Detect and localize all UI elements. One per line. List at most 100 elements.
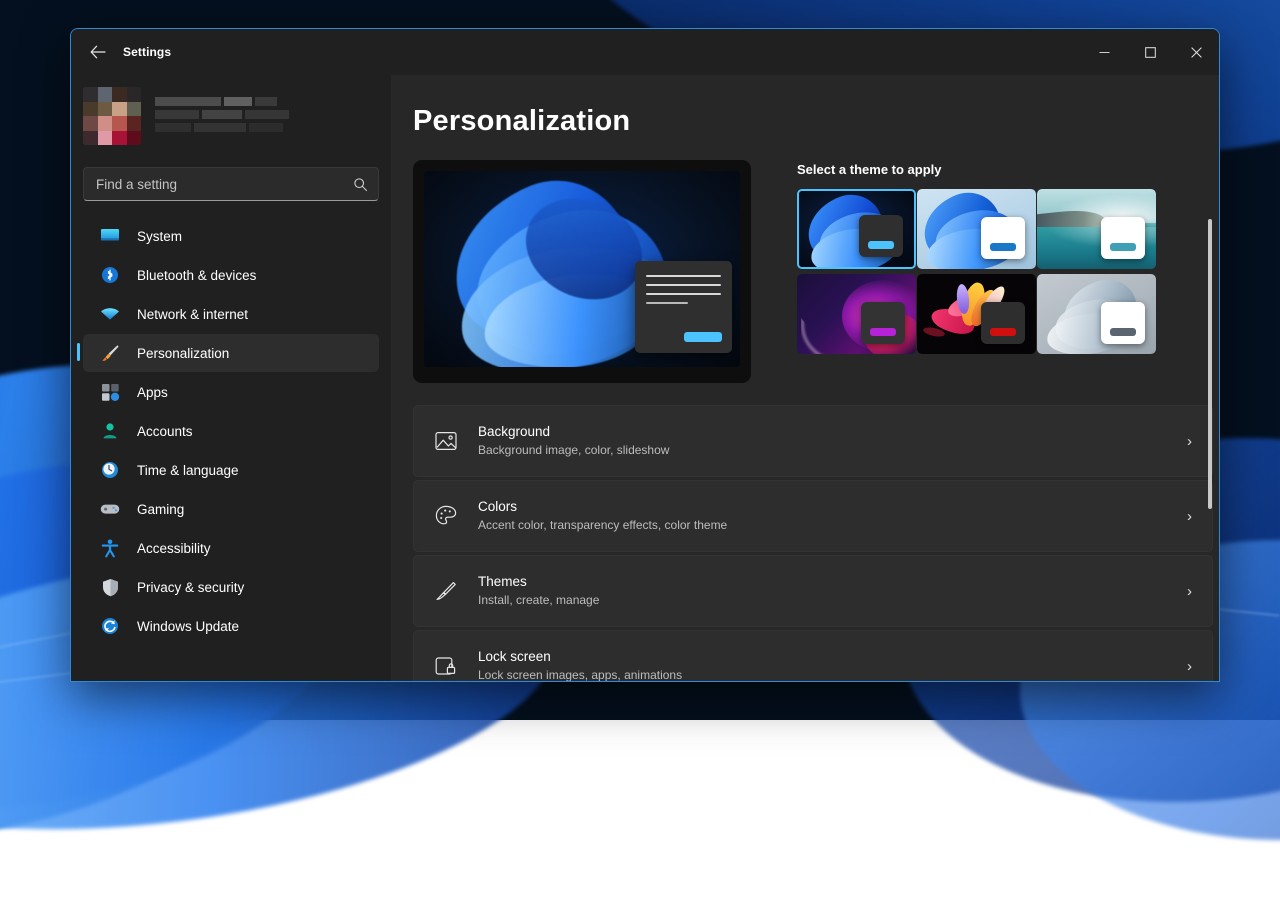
settings-row-title: Colors bbox=[478, 498, 1187, 516]
update-icon bbox=[99, 616, 121, 636]
account-block[interactable] bbox=[83, 87, 391, 145]
theme-accent-swatch bbox=[1110, 328, 1136, 336]
minimize-button[interactable] bbox=[1081, 29, 1127, 75]
sidebar-item-label: Bluetooth & devices bbox=[137, 268, 256, 283]
search-icon bbox=[353, 177, 368, 192]
theme-card-sunrise[interactable] bbox=[917, 274, 1036, 354]
wifi-icon bbox=[99, 304, 121, 324]
preview-text-line bbox=[646, 284, 721, 286]
scrollbar-thumb[interactable] bbox=[1208, 219, 1212, 509]
hero-section: Select a theme to apply bbox=[413, 160, 1219, 383]
preview-text-line bbox=[646, 302, 688, 304]
sidebar-item-system[interactable]: System bbox=[83, 217, 379, 255]
sidebar-item-accessibility[interactable]: Accessibility bbox=[83, 529, 379, 567]
content-pane: Personalization bbox=[391, 75, 1219, 681]
theme-card-captured-motion[interactable] bbox=[797, 274, 916, 354]
sidebar-item-label: Apps bbox=[137, 385, 168, 400]
accessibility-icon bbox=[99, 538, 121, 558]
apps-icon bbox=[99, 382, 121, 402]
chevron-right-icon: › bbox=[1187, 433, 1194, 450]
sidebar-item-windows-update[interactable]: Windows Update bbox=[83, 607, 379, 645]
sidebar-item-apps[interactable]: Apps bbox=[83, 373, 379, 411]
gamepad-icon bbox=[99, 499, 121, 519]
chevron-right-icon: › bbox=[1187, 583, 1194, 600]
person-icon bbox=[99, 421, 121, 441]
back-button[interactable] bbox=[83, 37, 113, 67]
sidebar-nav: System Bluetooth & devices bbox=[71, 217, 391, 645]
sidebar-item-label: Network & internet bbox=[137, 307, 248, 322]
theme-mini-window bbox=[981, 302, 1025, 344]
sidebar-item-personalization[interactable]: Personalization bbox=[83, 334, 379, 372]
sidebar-item-time-language[interactable]: Time & language bbox=[83, 451, 379, 489]
clock-icon bbox=[99, 460, 121, 480]
settings-row-title: Themes bbox=[478, 573, 1187, 591]
theme-mini-window bbox=[1101, 302, 1145, 344]
palette-icon bbox=[432, 502, 460, 530]
sidebar-item-bluetooth-devices[interactable]: Bluetooth & devices bbox=[83, 256, 379, 294]
theme-mini-window bbox=[1101, 217, 1145, 259]
theme-mini-window bbox=[981, 217, 1025, 259]
back-arrow-icon bbox=[90, 45, 106, 59]
settings-row-title: Background bbox=[478, 423, 1187, 441]
sidebar-item-label: Accounts bbox=[137, 424, 193, 439]
settings-row-background[interactable]: Background Background image, color, slid… bbox=[413, 405, 1213, 477]
app-title: Settings bbox=[123, 45, 171, 59]
shield-icon bbox=[99, 577, 121, 597]
lock-screen-icon bbox=[432, 652, 460, 680]
page-title: Personalization bbox=[413, 105, 1219, 138]
theme-section-heading: Select a theme to apply bbox=[797, 162, 1156, 177]
theme-card-windows-light[interactable] bbox=[917, 189, 1036, 269]
preview-accent-button bbox=[684, 332, 722, 342]
settings-row-subtitle: Install, create, manage bbox=[478, 592, 1187, 609]
paintbrush-icon bbox=[99, 343, 121, 363]
sidebar-item-privacy-security[interactable]: Privacy & security bbox=[83, 568, 379, 606]
search-input[interactable] bbox=[94, 176, 353, 193]
theme-mini-window bbox=[859, 215, 903, 257]
theme-accent-swatch bbox=[870, 328, 896, 336]
maximize-icon bbox=[1145, 47, 1156, 58]
bluetooth-icon bbox=[99, 265, 121, 285]
settings-rows: Background Background image, color, slid… bbox=[413, 405, 1213, 681]
close-icon bbox=[1191, 47, 1202, 58]
account-name-redacted bbox=[155, 97, 292, 136]
theme-card-windows-dark[interactable] bbox=[797, 189, 916, 269]
theme-accent-swatch bbox=[990, 243, 1016, 251]
sidebar-item-gaming[interactable]: Gaming bbox=[83, 490, 379, 528]
sidebar-item-label: Time & language bbox=[137, 463, 239, 478]
chevron-right-icon: › bbox=[1187, 508, 1194, 525]
window-controls bbox=[1081, 29, 1219, 75]
sidebar-item-label: Accessibility bbox=[137, 541, 211, 556]
theme-grid bbox=[797, 189, 1156, 354]
content-scrollbar[interactable] bbox=[1206, 121, 1214, 681]
avatar bbox=[83, 87, 141, 145]
theme-accent-swatch bbox=[868, 241, 894, 249]
sidebar-item-network-internet[interactable]: Network & internet bbox=[83, 295, 379, 333]
theme-accent-swatch bbox=[1110, 243, 1136, 251]
settings-row-colors[interactable]: Colors Accent color, transparency effect… bbox=[413, 480, 1213, 552]
maximize-button[interactable] bbox=[1127, 29, 1173, 75]
close-button[interactable] bbox=[1173, 29, 1219, 75]
preview-text-line bbox=[646, 293, 721, 295]
preview-app-window bbox=[635, 261, 732, 353]
sidebar-item-label: System bbox=[137, 229, 182, 244]
theme-mini-window bbox=[861, 302, 905, 344]
settings-row-subtitle: Accent color, transparency effects, colo… bbox=[478, 517, 1187, 534]
theme-card-glow[interactable] bbox=[1037, 189, 1156, 269]
brush-icon bbox=[432, 577, 460, 605]
sidebar-item-label: Gaming bbox=[137, 502, 184, 517]
preview-wallpaper bbox=[424, 171, 740, 367]
settings-row-lock-screen[interactable]: Lock screen Lock screen images, apps, an… bbox=[413, 630, 1213, 681]
minimize-icon bbox=[1099, 47, 1110, 58]
preview-text-line bbox=[646, 275, 721, 277]
settings-row-title: Lock screen bbox=[478, 648, 1187, 666]
theme-accent-swatch bbox=[990, 328, 1016, 336]
settings-row-themes[interactable]: Themes Install, create, manage › bbox=[413, 555, 1213, 627]
image-icon bbox=[432, 427, 460, 455]
sidebar-item-accounts[interactable]: Accounts bbox=[83, 412, 379, 450]
settings-row-subtitle: Lock screen images, apps, animations bbox=[478, 667, 1187, 681]
settings-row-subtitle: Background image, color, slideshow bbox=[478, 442, 1187, 459]
search-box[interactable] bbox=[83, 167, 379, 201]
title-bar: Settings bbox=[71, 29, 1219, 75]
theme-card-flow[interactable] bbox=[1037, 274, 1156, 354]
sidebar-item-label: Windows Update bbox=[137, 619, 239, 634]
